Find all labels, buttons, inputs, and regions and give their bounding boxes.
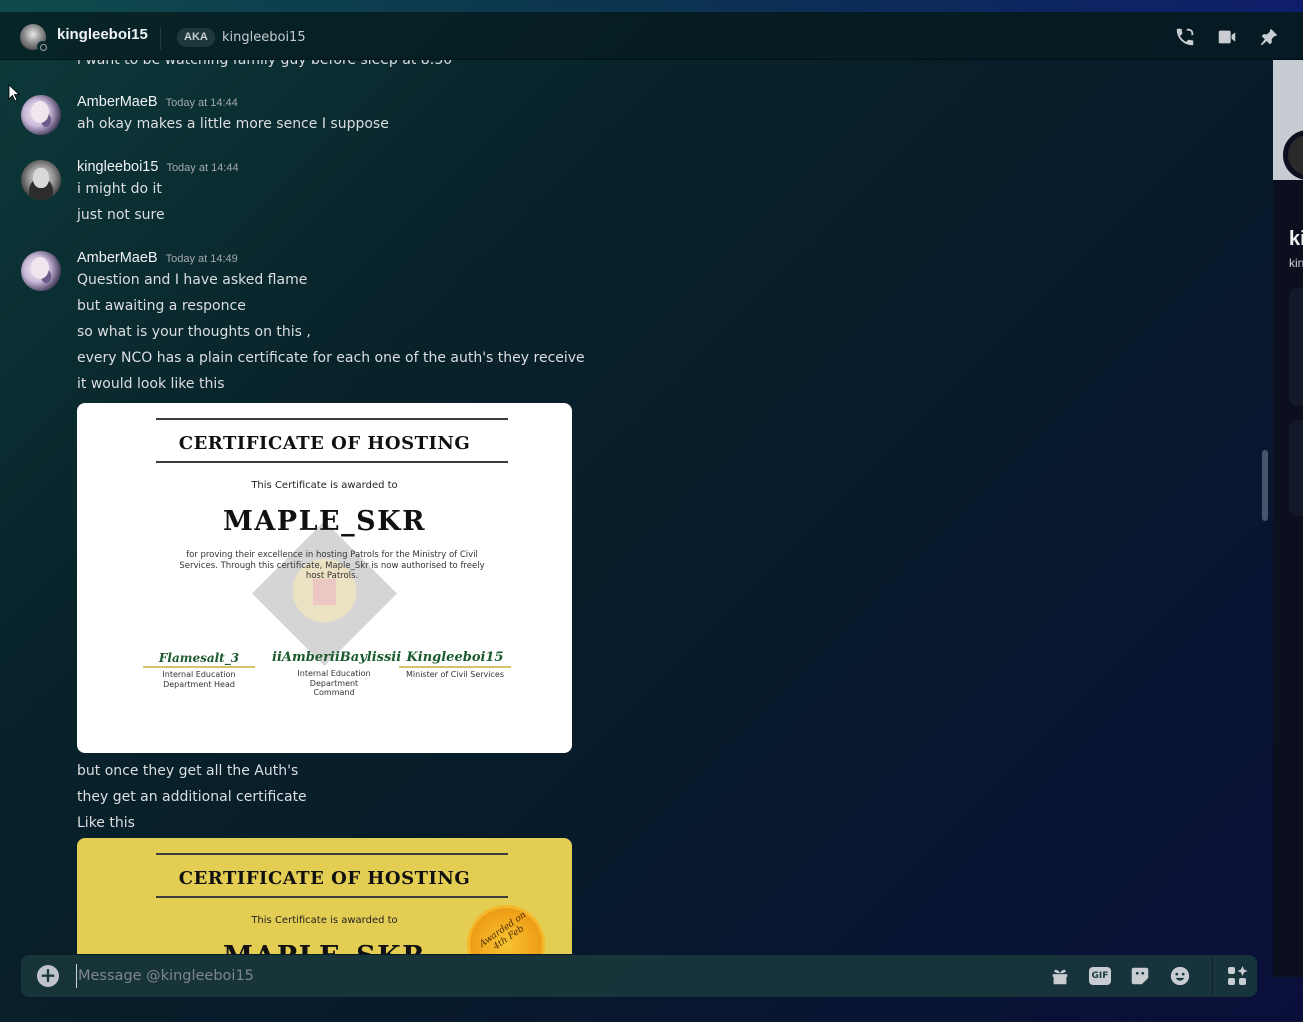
avatar[interactable] xyxy=(21,160,61,200)
profile-info-card xyxy=(1289,420,1303,516)
message-line: but once they get all the Auth's xyxy=(77,763,299,779)
certificate-title: CERTIFICATE OF HOSTING xyxy=(178,868,471,889)
signature-block: Kingleeboi15 Minister of Civil Services xyxy=(399,650,511,680)
status-indicator xyxy=(37,41,48,52)
header-avatar[interactable] xyxy=(20,24,48,52)
certificate-rule xyxy=(156,461,508,463)
composer-toolbar: GIF xyxy=(1048,964,1192,988)
signature-block: Flamesalt_3 Internal Education Departmen… xyxy=(143,651,255,689)
message-author[interactable]: AmberMaeB Today at 14:49 xyxy=(77,250,238,266)
signature-role: Internal Education Department Command xyxy=(297,669,371,697)
signature-name: Kingleeboi15 xyxy=(406,650,504,665)
certificate-awarded-text: This Certificate is awarded to xyxy=(251,480,398,491)
message-line: so what is your thoughts on this , xyxy=(77,324,311,340)
aka-badge: AKA xyxy=(177,28,215,47)
certificate-image-attachment[interactable]: CERTIFICATE OF HOSTING This Certificate … xyxy=(77,403,572,753)
signature-block: iiAmberiiBaylissii Internal Education De… xyxy=(272,650,402,698)
signature-name: Flamesalt_3 xyxy=(158,651,240,665)
pin-icon[interactable] xyxy=(1256,24,1282,50)
message-list[interactable]: i want to be watching family guy before … xyxy=(0,60,1262,954)
composer-divider xyxy=(1212,955,1213,997)
certificate-title: CERTIFICATE OF HOSTING xyxy=(178,433,471,454)
certificate-rule xyxy=(156,853,508,855)
certificate-recipient: MAPLE_SKR xyxy=(222,506,427,537)
profile-info-card xyxy=(1289,288,1303,406)
message-line: i want to be watching family guy before … xyxy=(77,60,453,68)
signature-line xyxy=(399,666,511,668)
message-line: i might do it xyxy=(77,181,162,197)
window-top-strip xyxy=(0,0,1303,12)
sticker-icon[interactable] xyxy=(1128,964,1152,988)
message-line: just not sure xyxy=(77,207,165,223)
signature-name: iiAmberiiBaylissii xyxy=(272,650,402,665)
message-line: ah okay makes a little more sence I supp… xyxy=(77,116,389,132)
message-author[interactable]: AmberMaeB Today at 14:44 xyxy=(77,94,238,110)
mouse-cursor-icon xyxy=(8,84,20,102)
message-author[interactable]: kingleeboi15 Today at 14:44 xyxy=(77,159,239,175)
message-composer: + GIF xyxy=(21,955,1257,997)
certificate-description: for proving their excellence in hosting … xyxy=(179,550,485,581)
message-line: it would look like this xyxy=(77,376,225,392)
certificate-rule xyxy=(156,896,508,898)
message-line: every NCO has a plain certificate for ea… xyxy=(77,350,585,366)
gift-icon[interactable] xyxy=(1048,964,1072,988)
message-input[interactable] xyxy=(76,964,1036,988)
gif-label: GIF xyxy=(1089,967,1111,985)
dm-header: kingleeboi15 AKA kingleeboi15 xyxy=(0,12,1303,60)
seal-text: Awarded on 4th Feb xyxy=(477,910,529,953)
eagle-emblem-icon xyxy=(252,521,397,666)
video-camera-icon[interactable] xyxy=(1214,24,1240,50)
phone-call-icon[interactable] xyxy=(1172,24,1198,50)
message-line: they get an additional certificate xyxy=(77,789,307,805)
message-line: Question and I have asked flame xyxy=(77,272,308,288)
emoji-icon[interactable] xyxy=(1168,964,1192,988)
apps-icon[interactable] xyxy=(1225,964,1249,988)
aka-name: kingleeboi15 xyxy=(222,30,306,45)
header-toolbar xyxy=(1172,24,1303,50)
signature-line xyxy=(143,666,255,668)
user-profile-icon[interactable] xyxy=(1298,24,1303,50)
gif-icon[interactable]: GIF xyxy=(1088,964,1112,988)
message-timestamp: Today at 14:49 xyxy=(165,253,238,265)
message-line: but awaiting a responce xyxy=(77,298,246,314)
avatar[interactable] xyxy=(21,251,61,291)
avatar[interactable] xyxy=(21,95,61,135)
message-timestamp: Today at 14:44 xyxy=(165,97,238,109)
user-profile-panel: ki kin xyxy=(1273,60,1303,977)
signature-role: Minister of Civil Services xyxy=(406,670,504,679)
header-divider xyxy=(160,28,161,50)
add-attachment-button[interactable]: + xyxy=(37,965,59,987)
message-line: Like this xyxy=(77,815,135,831)
message-timestamp: Today at 14:44 xyxy=(166,162,239,174)
header-username[interactable]: kingleeboi15 xyxy=(57,26,148,43)
profile-display-name: ki xyxy=(1289,228,1303,250)
chat-scrollbar[interactable] xyxy=(1262,450,1268,521)
profile-username: kin xyxy=(1289,256,1303,270)
certificate-image-attachment[interactable]: CERTIFICATE OF HOSTING This Certificate … xyxy=(77,838,572,954)
certificate-rule xyxy=(156,418,508,420)
signature-role: Internal Education Department Head xyxy=(162,670,236,689)
